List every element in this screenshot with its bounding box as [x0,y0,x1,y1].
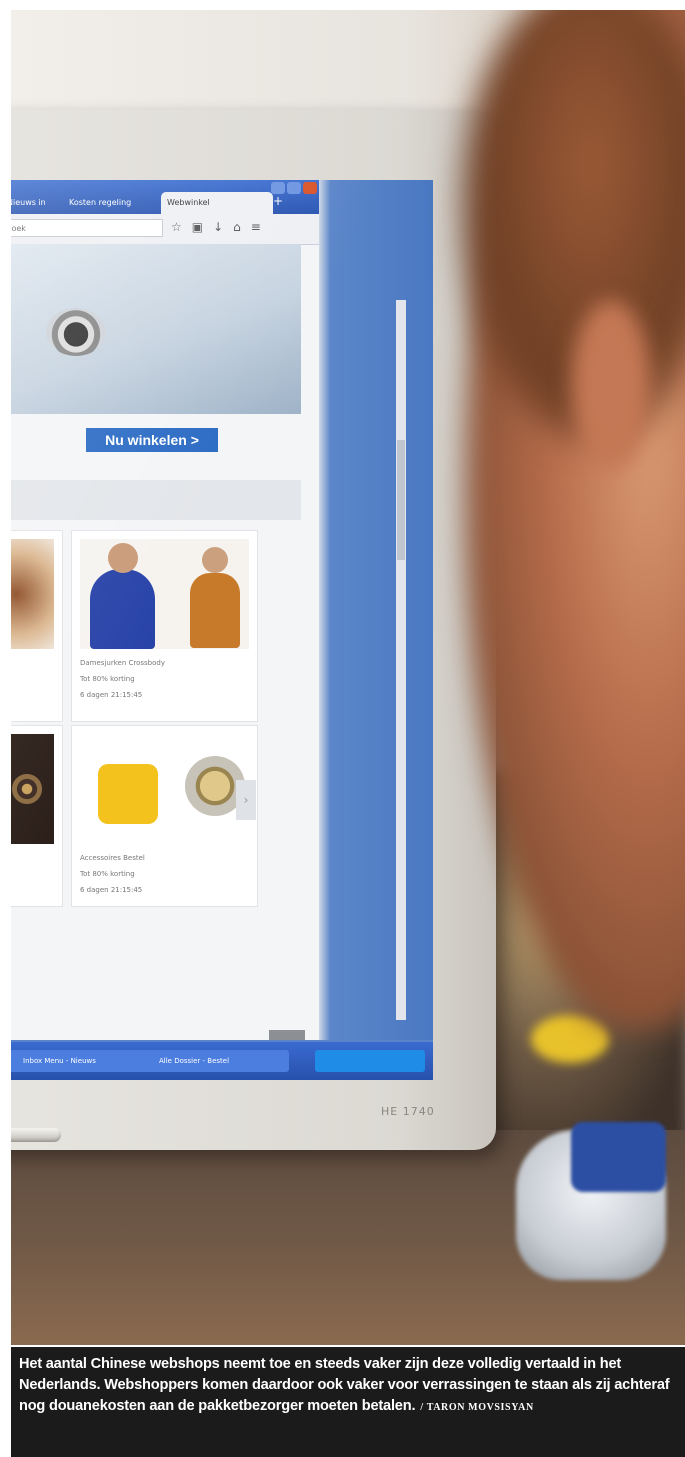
product-discount: Tot 80% korting [80,870,135,878]
taskbar: Inbox Menu - Nieuws Alle Dossier - Beste… [11,1042,433,1080]
window-controls [271,182,317,194]
product-timer: 6 dagen 21:15:45 [80,691,143,699]
download-icon: ↓ [213,220,224,234]
taskbar-item-2: Alle Dossier - Bestel [141,1050,289,1072]
browser-tab-1: Nieuws in [11,198,46,207]
product-image-fashion [80,539,249,649]
section-divider [11,480,301,520]
minimize-icon [271,182,285,194]
product-image [11,539,54,649]
browser-navbar: Zoek ☆ ▣ ↓ ⌂ ≡ [11,214,319,245]
star-icon: ☆ [171,220,182,234]
product-title: Accessoires Bestel [80,854,145,862]
orange-top [190,573,240,648]
product-card-partial-1 [11,530,63,722]
product-card-1: Damesjurken Crossbody Tot 80% korting 6 … [71,530,258,722]
browser-tab-3: Webwinkel [161,192,273,214]
product-timer: 6 dagen 21:15:45 [80,886,143,894]
hero-banner [11,244,301,414]
scrollbar [396,300,406,1020]
monitor-brand-label: HE 1740 [381,1105,435,1118]
background-window [319,180,433,1040]
browser-titlebar: Nieuws in Kosten regeling Webwinkel + [11,180,319,214]
menu-icon: ≡ [250,220,261,234]
shop-now-button: Nu winkelen > [86,428,218,452]
caption-text: Het aantal Chinese webshops neemt toe en… [19,1356,670,1414]
taskbar-item-1: Inbox Menu - Nieuws [11,1050,153,1072]
product-card-partial-2 [11,725,63,907]
scroll-to-top-icon: ^ [269,1030,305,1040]
product-image-accessories [80,734,249,844]
photo-caption: Het aantal Chinese webshops neemt toe en… [11,1347,685,1457]
close-icon [303,182,317,194]
product-card-2: Accessoires Bestel Tot 80% korting 6 dag… [71,725,258,907]
browser-window: Nieuws in Kosten regeling Webwinkel + Zo… [11,180,319,1040]
new-tab-icon: + [273,194,284,208]
scrollbar-thumb [397,440,405,560]
product-image-beads [11,734,54,844]
model-head-2 [202,547,228,573]
binoculars-image [98,764,158,824]
search-field: Zoek [11,219,163,237]
model-head [108,543,138,573]
person-ear [571,300,651,470]
security-camera-image [46,308,106,356]
clipboard-icon: ▣ [191,220,204,234]
product-title: Damesjurken Crossbody [80,659,165,667]
maximize-icon [287,182,301,194]
browser-tab-2: Kosten regeling [69,198,132,207]
product-discount: Tot 80% korting [80,675,135,683]
carousel-next-icon: › [236,780,256,820]
lemon [531,1015,609,1063]
computer-monitor: Nieuws in Kosten regeling Webwinkel + Zo… [11,110,496,1150]
news-photo: Nieuws in Kosten regeling Webwinkel + Zo… [11,10,685,1345]
blue-sweater [90,569,155,649]
power-button [11,1128,61,1142]
toolbar-icons: ☆ ▣ ↓ ⌂ ≡ [171,220,261,234]
home-icon: ⌂ [233,220,241,234]
bottle-cap [571,1122,666,1192]
system-tray [315,1050,425,1072]
monitor-screen: Nieuws in Kosten regeling Webwinkel + Zo… [11,180,433,1080]
photo-credit: / TARON MOVSISYAN [420,1402,534,1413]
